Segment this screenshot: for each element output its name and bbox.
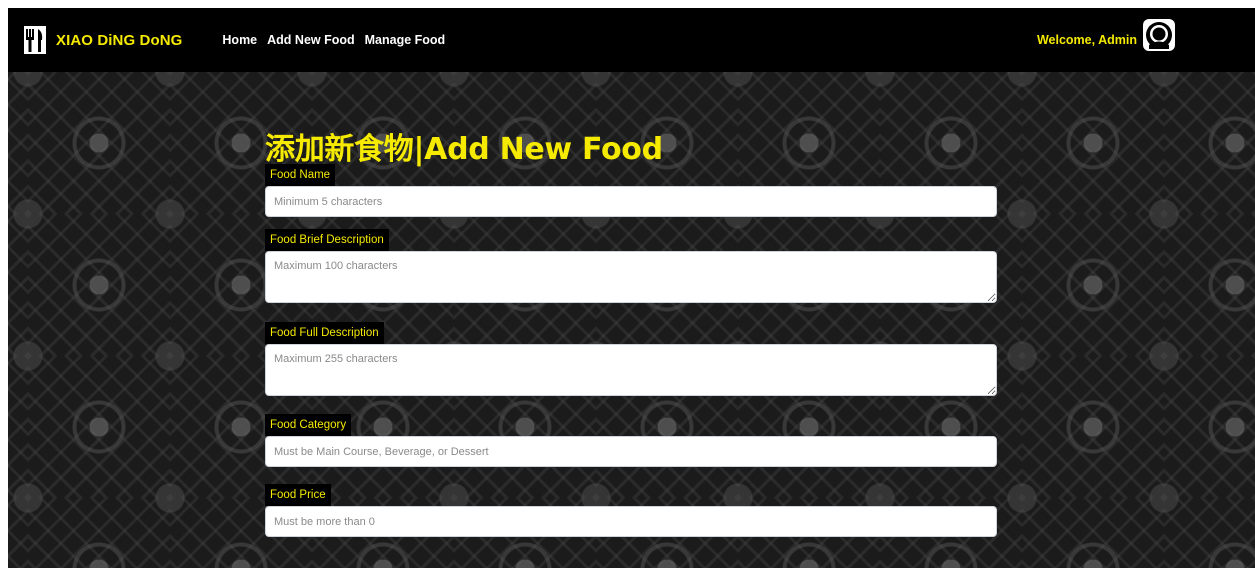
app-viewport: XIAO DiNG DoNG Home Add New Food Manage …	[8, 8, 1255, 568]
user-area: Welcome, Admin	[1037, 8, 1175, 72]
brand[interactable]: XIAO DiNG DoNG	[24, 26, 182, 54]
food-full-description-input[interactable]	[265, 344, 997, 396]
add-food-form: 添加新食物|Add New Food Food Name Food Brief …	[265, 72, 997, 537]
food-price-field: Food Price	[265, 484, 997, 537]
food-name-label: Food Name	[265, 164, 336, 186]
food-category-label: Food Category	[265, 414, 352, 436]
food-full-description-field: Food Full Description	[265, 322, 997, 396]
brand-name: XIAO DiNG DoNG	[56, 31, 183, 49]
fork-knife-icon	[24, 26, 46, 54]
food-full-description-label: Food Full Description	[265, 322, 384, 344]
food-price-input[interactable]	[265, 506, 997, 537]
food-category-input[interactable]	[265, 436, 997, 467]
food-brief-description-label: Food Brief Description	[265, 229, 389, 251]
food-name-field: Food Name	[265, 164, 997, 217]
nav-link-home[interactable]: Home	[222, 33, 257, 47]
nav-link-manage-food[interactable]: Manage Food	[365, 33, 446, 47]
food-name-input[interactable]	[265, 186, 997, 217]
page-title: 添加新食物|Add New Food	[265, 132, 663, 167]
user-avatar-icon[interactable]	[1143, 19, 1175, 51]
food-brief-description-field: Food Brief Description	[265, 229, 997, 303]
food-price-label: Food Price	[265, 484, 331, 506]
navbar: XIAO DiNG DoNG Home Add New Food Manage …	[8, 8, 1255, 72]
welcome-text: Welcome, Admin	[1036, 33, 1137, 47]
food-brief-description-input[interactable]	[265, 251, 997, 303]
food-category-field: Food Category	[265, 414, 997, 467]
nav-links: Home Add New Food Manage Food	[222, 33, 455, 47]
nav-link-add-new-food[interactable]: Add New Food	[267, 33, 355, 47]
